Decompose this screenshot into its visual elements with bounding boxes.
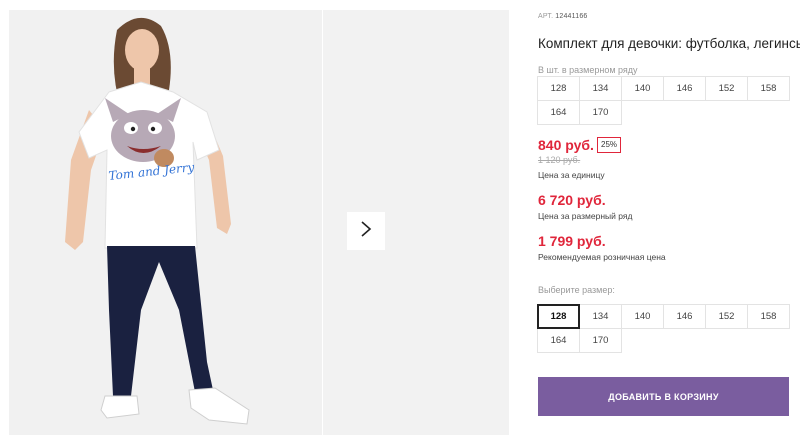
size-option[interactable]: 170 — [579, 328, 622, 353]
size-option[interactable]: 134 — [579, 304, 622, 329]
pack-size-cell: 164 — [537, 100, 580, 125]
retail-price: 1 799 руб. — [538, 233, 606, 249]
product-title: Комплект для девочки: футболка, легинсы — [538, 36, 800, 51]
pack-size-cell: 140 — [621, 76, 664, 101]
size-option[interactable]: 146 — [663, 304, 706, 329]
add-to-cart-button[interactable]: Добавить в корзину — [538, 377, 789, 416]
product-photo-main[interactable]: Tom and Jerry — [9, 10, 322, 435]
choose-size-label: Выберите размер: — [538, 285, 615, 295]
product-photo-illustration: Tom and Jerry — [9, 10, 322, 435]
product-sku: АРТ. 12441166 — [538, 13, 588, 20]
pack-size-grid: 128 134 140 146 152 158 164 170 — [537, 76, 790, 125]
pack-price-note: Цена за размерный ряд — [538, 211, 633, 221]
sku-value: 12441166 — [555, 13, 588, 20]
size-option[interactable]: 158 — [747, 304, 790, 329]
pack-size-cell: 170 — [579, 100, 622, 125]
chevron-right-icon — [360, 220, 372, 243]
size-option[interactable]: 140 — [621, 304, 664, 329]
unit-price: 840 руб. — [538, 137, 594, 153]
old-price: 1 120 руб. — [538, 155, 581, 165]
size-option[interactable]: 164 — [537, 328, 580, 353]
pack-size-cell: 152 — [705, 76, 748, 101]
pack-size-cell: 146 — [663, 76, 706, 101]
sku-label: АРТ. — [538, 13, 554, 20]
pack-price: 6 720 руб. — [538, 192, 606, 208]
pack-sizes-label: В шт. в размерном ряду — [538, 65, 638, 75]
product-gallery: Tom and Jerry — [9, 10, 509, 435]
pack-size-cell: 128 — [537, 76, 580, 101]
pack-size-cell: 134 — [579, 76, 622, 101]
gallery-next-button[interactable] — [347, 212, 385, 250]
product-info: АРТ. 12441166 Комплект для девочки: футбо… — [537, 0, 800, 435]
size-option[interactable]: 152 — [705, 304, 748, 329]
retail-price-note: Рекомендуемая розничная цена — [538, 252, 666, 262]
pack-size-cell: 158 — [747, 76, 790, 101]
size-selector: 128 134 140 146 152 158 164 170 — [537, 304, 790, 353]
discount-badge: 25% — [597, 137, 622, 153]
size-option-selected[interactable]: 128 — [537, 304, 580, 329]
unit-price-note: Цена за единицу — [538, 170, 605, 180]
